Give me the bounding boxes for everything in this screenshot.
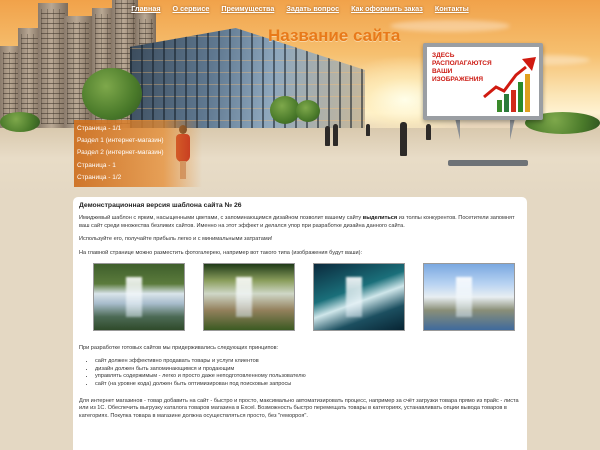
billboard: Здесь располагаются ваши изображения xyxy=(423,43,543,120)
pedestrian xyxy=(325,126,330,146)
side-menu-item[interactable]: Страница - 1/1 xyxy=(74,123,202,135)
side-menu-item[interactable]: Раздел 2 (интернет-магазин) xyxy=(74,147,202,159)
side-menu-item[interactable]: Раздел 1 (интернет-магазин) xyxy=(74,135,202,147)
skyscraper xyxy=(64,16,92,128)
tree xyxy=(296,100,320,122)
gallery-image-waterfall[interactable] xyxy=(423,263,515,332)
intro-paragraph: Имиджевый шаблон с ярким, насыщенными цв… xyxy=(79,215,521,230)
paragraph: Используйте его, получайте прибыль легко… xyxy=(79,236,273,243)
tree xyxy=(82,68,142,120)
list-item: дизайн должен быть запоминающимся и прод… xyxy=(95,366,521,373)
growth-arrow-icon xyxy=(483,57,536,99)
billboard-base xyxy=(448,160,528,166)
list-item: сайт (на уровне кода) должен быть оптими… xyxy=(95,381,521,388)
tree xyxy=(0,112,40,132)
pedestrian xyxy=(400,122,407,156)
list-item: управлять содержимым - легко и просто да… xyxy=(95,373,521,380)
gallery-image-waterfall[interactable] xyxy=(93,263,185,332)
header-banner: Здесь располагаются ваши изображения Гла… xyxy=(0,0,600,195)
nav-link-home[interactable]: Главная xyxy=(125,3,166,17)
site-title: Название сайта xyxy=(268,26,401,45)
principles-list: сайт должен эффективно продавать товары … xyxy=(95,358,521,388)
cloud xyxy=(390,20,510,32)
top-navigation: Главная О сервисе Преимущества Задать во… xyxy=(0,3,600,17)
paragraph: На главной странице можно разместить фот… xyxy=(79,249,363,256)
pedestrian xyxy=(333,124,338,146)
side-menu-item[interactable]: Страница - 1/2 xyxy=(74,172,202,184)
gallery-image-fjord[interactable] xyxy=(313,263,405,332)
nav-link-about-service[interactable]: О сервисе xyxy=(167,3,216,17)
nav-link-how-to-order[interactable]: Как оформить заказ xyxy=(345,3,429,17)
intro-highlight: выделиться xyxy=(362,215,398,222)
intro-text: Имиджевый шаблон с ярким, насыщенными цв… xyxy=(79,215,363,222)
nav-link-advantages[interactable]: Преимущества xyxy=(215,3,280,17)
gallery-image-waterfall[interactable] xyxy=(203,263,295,332)
list-item: сайт должен эффективно продавать товары … xyxy=(95,358,521,365)
nav-link-contacts[interactable]: Контакты xyxy=(429,3,475,17)
page-heading: Демонстрационная версия шаблона сайта № … xyxy=(79,202,242,209)
photo-gallery xyxy=(93,263,521,332)
pedestrian xyxy=(426,124,431,140)
side-menu-item[interactable]: Страница - 1 xyxy=(74,160,202,172)
side-menu: Страница - 1/1 Раздел 1 (интернет-магази… xyxy=(74,120,202,188)
nav-link-ask-question[interactable]: Задать вопрос xyxy=(280,3,345,17)
principles-intro: При разработке готовых сайтов мы придерж… xyxy=(79,345,279,352)
pedestrian xyxy=(366,124,370,136)
main-content: Демонстрационная версия шаблона сайта № … xyxy=(73,197,527,450)
shop-paragraph: Для интернет магазинов - товар добавить … xyxy=(79,398,519,419)
